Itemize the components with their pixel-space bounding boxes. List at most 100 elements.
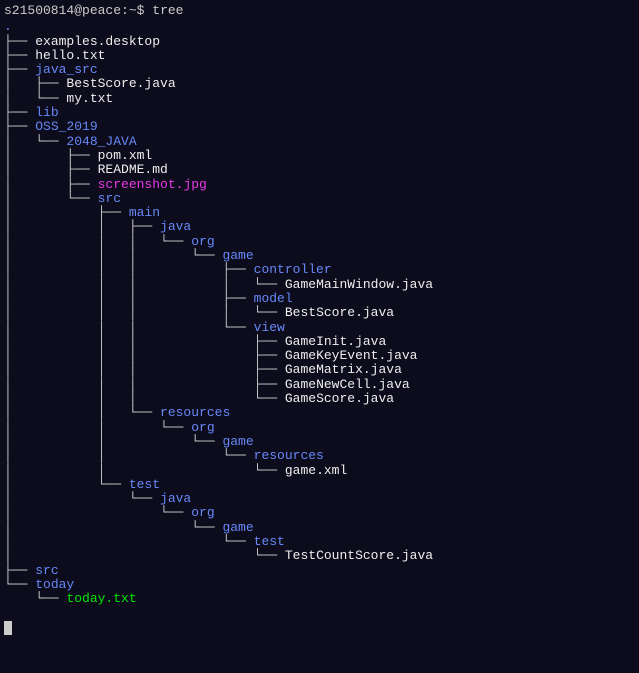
tree-line: │ └── test: [4, 535, 635, 549]
tree-line: │ │ └── org: [4, 421, 635, 435]
directory-name: org: [191, 234, 214, 249]
prompt-path: ~: [129, 3, 137, 18]
file-name: GameMatrix.java: [285, 362, 402, 377]
directory-name: lib: [35, 105, 58, 120]
directory-name: org: [191, 505, 214, 520]
tree-connector: ├──: [4, 563, 35, 578]
directory-name: resources: [254, 448, 324, 463]
tree-line: │ │ │ │ └── BestScore.java: [4, 306, 635, 320]
tree-connector: └──: [4, 591, 66, 606]
tree-line: │ │ │ ├── GameNewCell.java: [4, 378, 635, 392]
tree-connector: │ │ └──: [4, 434, 222, 449]
tree-line: │ │ │ ├── GameMatrix.java: [4, 363, 635, 377]
tree-connector: │ ├──: [4, 148, 98, 163]
tree-connector: │ ├──: [4, 162, 98, 177]
tree-connector: │ │ └──: [4, 405, 160, 420]
terminal[interactable]: s21500814@peace:~$ tree . ├── examples.d…: [4, 4, 635, 635]
tree-line: │ │ │ ├── model: [4, 292, 635, 306]
directory-name: src: [98, 191, 121, 206]
tree-connector: ├──: [4, 105, 35, 120]
tree-connector: │ └──: [4, 534, 254, 549]
prompt-dollar: $: [137, 3, 145, 18]
tree-line: │ │ └── game: [4, 435, 635, 449]
tree-connector: ├──: [4, 119, 35, 134]
directory-name: today: [35, 577, 74, 592]
file-name: pom.xml: [98, 148, 153, 163]
prompt-command: tree: [152, 3, 183, 18]
directory-name: test: [254, 534, 285, 549]
tree-connector: │ └──: [4, 91, 66, 106]
tree-connector: │ │ │ ├──: [4, 348, 285, 363]
tree-connector: │ ├──: [4, 177, 98, 192]
file-name: GameMainWindow.java: [285, 277, 433, 292]
tree-line: │ └── test: [4, 478, 635, 492]
file-name: GameScore.java: [285, 391, 394, 406]
tree-line: │ │ └── game.xml: [4, 464, 635, 478]
tree-connector: │ │ └──: [4, 448, 254, 463]
tree-connector: │ │ └──: [4, 420, 191, 435]
tree-connector: │ │ │ └──: [4, 248, 222, 263]
directory-name: resources: [160, 405, 230, 420]
tree-connector: │ └──: [4, 477, 129, 492]
tree-connector: └──: [4, 577, 35, 592]
tree-line: │ └── TestCountScore.java: [4, 549, 635, 563]
directory-name: org: [191, 420, 214, 435]
tree-line: │ │ │ ├── GameInit.java: [4, 335, 635, 349]
tree-line: │ └── game: [4, 521, 635, 535]
directory-name: game: [222, 248, 253, 263]
tree-line: │ │ │ ├── GameKeyEvent.java: [4, 349, 635, 363]
tree-connector: ├──: [4, 62, 35, 77]
tree-connector: │ ├──: [4, 205, 129, 220]
directory-name: main: [129, 205, 160, 220]
tree-connector: │ └──: [4, 520, 222, 535]
tree-line: ├── examples.desktop: [4, 35, 635, 49]
file-name: screenshot.jpg: [98, 177, 207, 192]
tree-root: .: [4, 20, 635, 34]
directory-name: test: [129, 477, 160, 492]
tree-connector: │ │ │ └──: [4, 320, 254, 335]
tree-line: │ │ │ │ └── GameMainWindow.java: [4, 278, 635, 292]
tree-line: │ ├── pom.xml: [4, 149, 635, 163]
tree-line: │ ├── BestScore.java: [4, 77, 635, 91]
directory-name: java_src: [35, 62, 97, 77]
tree-line: │ └── src: [4, 192, 635, 206]
tree-output: ├── examples.desktop├── hello.txt├── jav…: [4, 35, 635, 607]
tree-line: │ ├── main: [4, 206, 635, 220]
tree-connector: ├──: [4, 48, 35, 63]
tree-line: │ └── my.txt: [4, 92, 635, 106]
tree-line: │ └── org: [4, 506, 635, 520]
tree-line: │ │ │ └── view: [4, 321, 635, 335]
tree-connector: │ │ │ ├──: [4, 334, 285, 349]
tree-line: └── today.txt: [4, 592, 635, 606]
file-name: TestCountScore.java: [285, 548, 433, 563]
file-name: README.md: [98, 162, 168, 177]
directory-name: controller: [254, 262, 332, 277]
directory-name: OSS_2019: [35, 119, 97, 134]
tree-line: └── today: [4, 578, 635, 592]
directory-name: java: [160, 219, 191, 234]
prompt-line: s21500814@peace:~$ tree: [4, 4, 635, 18]
directory-name: game: [222, 434, 253, 449]
cursor-line: [4, 621, 635, 635]
prompt-separator: :: [121, 3, 129, 18]
prompt-user: s21500814@peace: [4, 3, 121, 18]
directory-name: game: [222, 520, 253, 535]
tree-connector: │ │ │ ├──: [4, 262, 254, 277]
tree-line: │ ├── screenshot.jpg: [4, 178, 635, 192]
tree-line: │ │ └── resources: [4, 449, 635, 463]
tree-line: ├── src: [4, 564, 635, 578]
file-name: today.txt: [66, 591, 136, 606]
tree-line: │ │ └── resources: [4, 406, 635, 420]
tree-line: │ └── java: [4, 492, 635, 506]
tree-line: │ │ │ └── GameScore.java: [4, 392, 635, 406]
tree-line: ├── hello.txt: [4, 49, 635, 63]
tree-connector: │ │ │ └──: [4, 234, 191, 249]
directory-name: view: [254, 320, 285, 335]
tree-connector: │ │ ├──: [4, 219, 160, 234]
tree-connector: │ │ │ ├──: [4, 291, 254, 306]
tree-line: │ │ │ └── org: [4, 235, 635, 249]
file-name: hello.txt: [35, 48, 105, 63]
tree-line: │ │ │ └── game: [4, 249, 635, 263]
directory-name: model: [254, 291, 293, 306]
tree-line: ├── OSS_2019: [4, 120, 635, 134]
